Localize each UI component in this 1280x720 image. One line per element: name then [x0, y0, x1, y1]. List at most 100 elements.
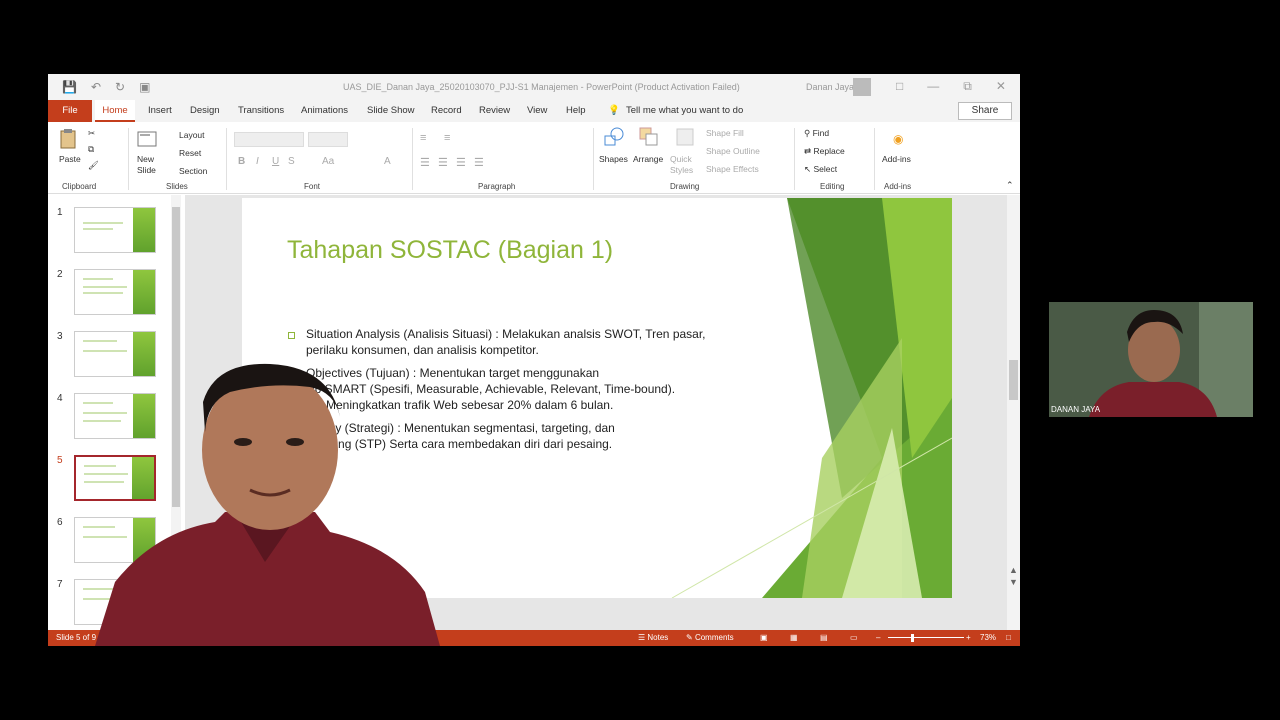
tab-transitions[interactable]: Transitions — [238, 105, 284, 116]
select-button[interactable]: ↖ Select — [804, 164, 837, 175]
minimize-icon[interactable]: — — [927, 79, 939, 94]
replace-button[interactable]: ⇄ Replace — [804, 146, 845, 157]
slide-thumbnail[interactable] — [74, 207, 156, 253]
comment-icon: ✎ — [686, 633, 695, 642]
section-button[interactable]: Section — [179, 166, 207, 176]
fit-to-window-icon[interactable]: □ — [1006, 633, 1011, 642]
font-group-label: Font — [304, 182, 321, 191]
tab-home[interactable]: Home — [95, 100, 135, 122]
next-slide-icon[interactable]: ▼ — [1009, 577, 1018, 587]
add-ins-icon[interactable]: ◉ — [893, 132, 903, 146]
italic-icon[interactable]: I — [256, 156, 259, 167]
slideshow-view-icon[interactable]: ▭ — [850, 633, 858, 642]
new-slide-button[interactable]: New Slide — [137, 154, 167, 176]
tab-design[interactable]: Design — [190, 105, 220, 116]
zoom-out-icon[interactable]: – — [876, 633, 880, 642]
zoom-in-icon[interactable]: + — [966, 633, 971, 642]
editor-scrollbar[interactable]: ▲ ▼ — [1007, 195, 1020, 635]
divider — [874, 128, 875, 190]
font-name-box[interactable] — [234, 132, 304, 147]
bullets-icon[interactable]: ≡ — [420, 132, 426, 144]
notes-button[interactable]: ☰ Notes — [638, 633, 668, 642]
ribbon-display-icon[interactable]: □ — [896, 79, 903, 94]
restore-icon[interactable]: ⧉ — [963, 79, 972, 94]
thumb-number: 2 — [57, 269, 63, 280]
shadow-icon[interactable]: S — [288, 156, 295, 167]
prev-slide-icon[interactable]: ▲ — [1009, 565, 1018, 575]
slides-group-label: Slides — [166, 182, 188, 191]
add-ins-button[interactable]: Add-ins — [882, 154, 911, 164]
align-left-icon[interactable]: ☰ — [420, 156, 430, 169]
comments-label: Comments — [694, 633, 734, 642]
user-name[interactable]: Danan Jaya — [806, 82, 854, 92]
reset-button[interactable]: Reset — [179, 148, 201, 158]
reading-view-icon[interactable]: ▤ — [820, 633, 828, 642]
tab-help[interactable]: Help — [566, 105, 586, 116]
comments-button[interactable]: ✎ Comments — [686, 633, 734, 642]
shape-fill-button[interactable]: Shape Fill — [706, 128, 744, 138]
shapes-button[interactable]: Shapes — [599, 154, 628, 164]
align-center-icon[interactable]: ☰ — [438, 156, 448, 169]
copy-icon[interactable]: ⧉ — [88, 144, 94, 155]
zoom-level[interactable]: 73% — [980, 633, 996, 642]
slide-title[interactable]: Tahapan SOSTAC (Bagian 1) — [287, 236, 613, 265]
justify-icon[interactable]: ☰ — [474, 156, 484, 169]
tab-file[interactable]: File — [48, 100, 92, 122]
undo-icon[interactable]: ↶ — [91, 80, 101, 94]
normal-view-icon[interactable]: ▣ — [760, 633, 768, 642]
layout-button[interactable]: Layout — [179, 130, 205, 140]
tab-insert[interactable]: Insert — [148, 105, 172, 116]
tab-animations[interactable]: Animations — [301, 105, 348, 116]
tab-view[interactable]: View — [527, 105, 547, 116]
zoom-slider[interactable] — [888, 637, 964, 638]
tab-review[interactable]: Review — [479, 105, 510, 116]
editing-group-label: Editing — [820, 182, 845, 191]
quick-styles-button[interactable]: Quick Styles — [670, 154, 698, 176]
quick-styles-icon[interactable] — [674, 126, 696, 148]
format-painter-icon[interactable]: 🖌 — [88, 160, 99, 171]
tab-slideshow[interactable]: Slide Show — [367, 105, 415, 116]
zoom-slider-handle[interactable] — [911, 634, 914, 642]
shape-outline-button[interactable]: Shape Outline — [706, 146, 760, 156]
ribbon-tabs: File Home Insert Design Transitions Anim… — [48, 100, 1020, 122]
tab-record[interactable]: Record — [431, 105, 462, 116]
arrange-button[interactable]: Arrange — [633, 154, 663, 164]
shape-effects-button[interactable]: Shape Effects — [706, 164, 759, 174]
bullet-icon — [288, 332, 295, 339]
share-button[interactable]: Share — [958, 102, 1012, 120]
slide-sorter-icon[interactable]: ▦ — [790, 633, 798, 642]
tell-me-box[interactable]: Tell me what you want to do — [626, 105, 743, 116]
underline-icon[interactable]: U — [272, 156, 279, 167]
present-icon[interactable]: ▣ — [139, 80, 150, 94]
arrange-icon[interactable] — [638, 126, 660, 148]
title-bar: 💾 ↶ ↻ ▣ UAS_DIE_Danan Jaya_25020103070_P… — [48, 74, 1020, 100]
font-color-icon[interactable]: A — [384, 156, 391, 167]
divider — [128, 128, 129, 190]
slide-thumbnail[interactable] — [74, 269, 156, 315]
cut-icon[interactable]: ✂ — [88, 128, 95, 139]
find-button[interactable]: ⚲ Find — [804, 128, 829, 139]
window-title: UAS_DIE_Danan Jaya_25020103070_PJJ-S1 Ma… — [343, 82, 740, 92]
font-size-box[interactable] — [308, 132, 348, 147]
thumb-number: 5 — [57, 455, 63, 466]
notes-label: Notes — [647, 633, 669, 642]
save-icon[interactable]: 💾 — [62, 80, 77, 94]
thumb-number: 6 — [57, 517, 63, 528]
select-label: Select — [813, 164, 838, 174]
paste-button[interactable]: Paste — [59, 154, 81, 164]
font-case-icon[interactable]: Aa — [322, 156, 334, 167]
screen: 💾 ↶ ↻ ▣ UAS_DIE_Danan Jaya_25020103070_P… — [0, 0, 1280, 720]
avatar[interactable] — [853, 78, 871, 96]
close-icon[interactable]: ✕ — [996, 79, 1006, 94]
align-right-icon[interactable]: ☰ — [456, 156, 466, 169]
new-slide-icon[interactable] — [136, 128, 158, 150]
shapes-icon[interactable] — [603, 126, 625, 148]
slide-text-line[interactable]: perilaku konsumen, dan analisis kompetit… — [306, 343, 539, 357]
slide-text-line[interactable]: Situation Analysis (Analisis Situasi) : … — [306, 327, 706, 341]
numbering-icon[interactable]: ≡ — [444, 132, 450, 144]
collapse-ribbon-icon[interactable]: ⌃ — [1006, 180, 1014, 191]
bold-icon[interactable]: B — [238, 156, 245, 167]
thumb-number: 7 — [57, 579, 63, 590]
paste-icon[interactable] — [58, 128, 80, 150]
redo-icon[interactable]: ↻ — [115, 80, 125, 94]
